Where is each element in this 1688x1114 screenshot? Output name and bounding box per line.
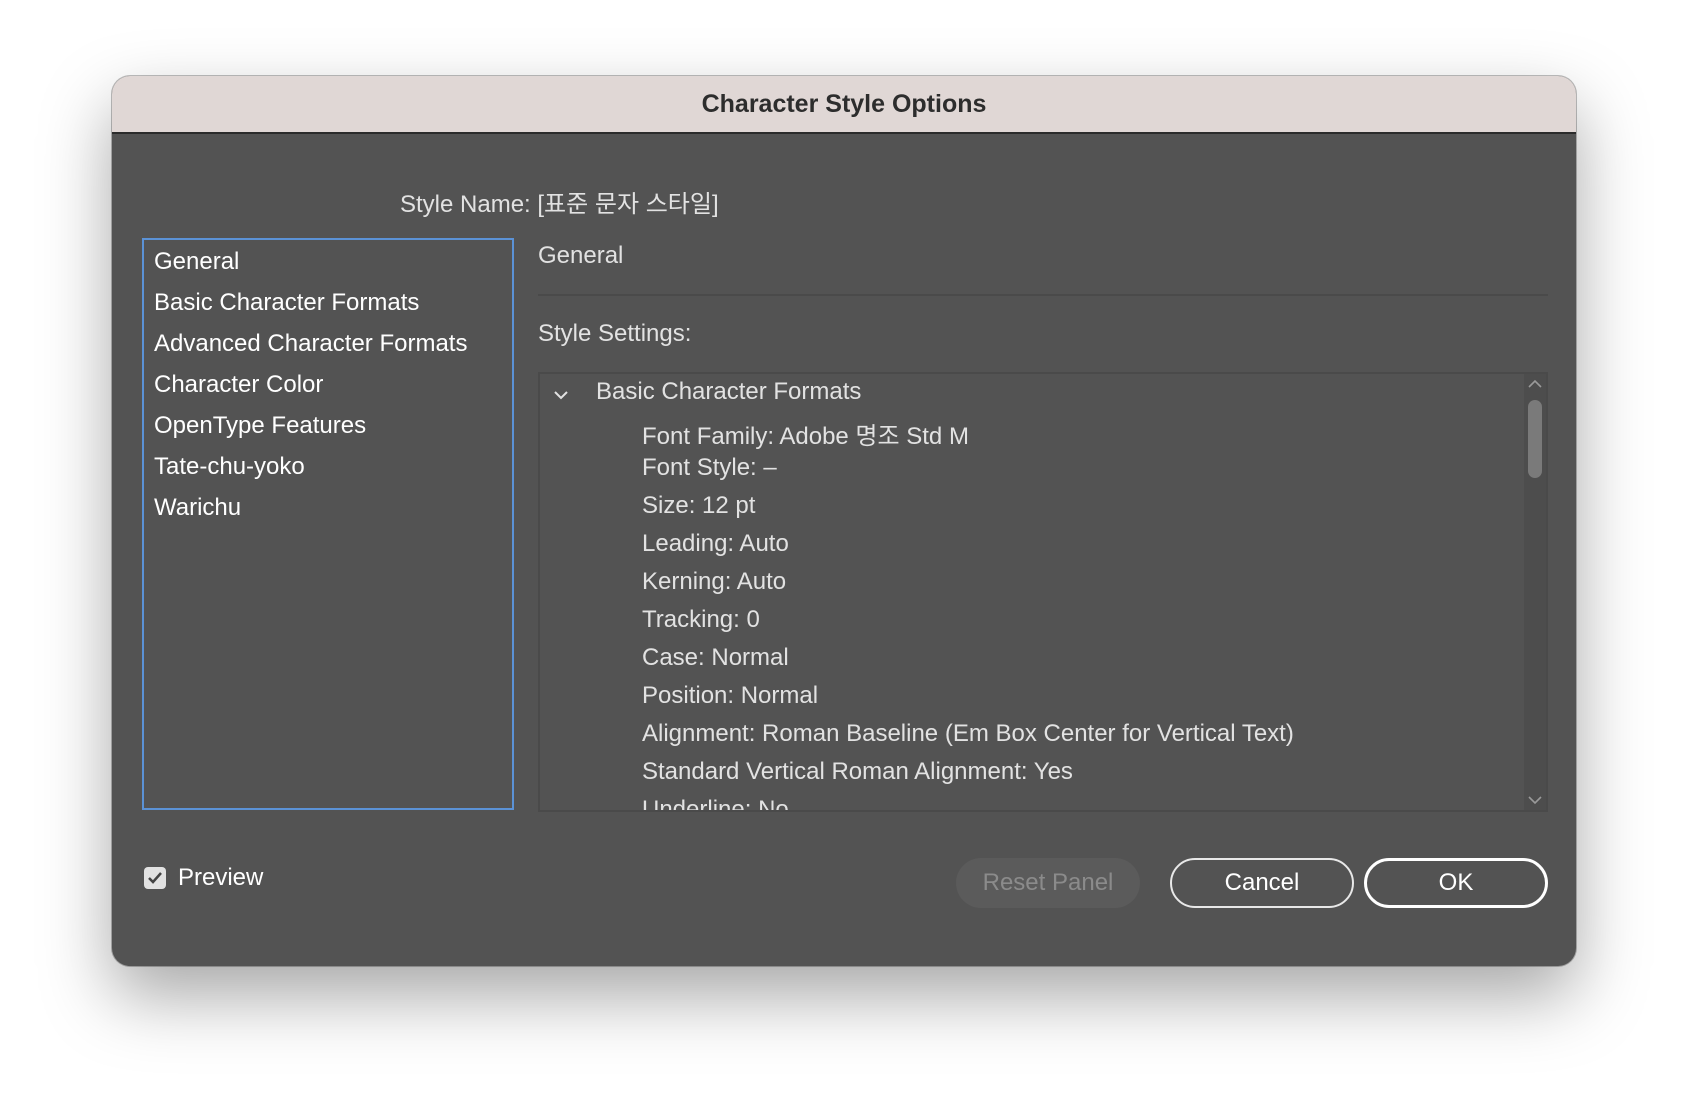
settings-scrollbar[interactable]: [1524, 374, 1546, 810]
scrollbar-thumb[interactable]: [1528, 400, 1542, 478]
setting-leading: Leading: Auto: [642, 530, 789, 557]
section-divider: [538, 294, 1548, 296]
chevron-up-icon[interactable]: [1528, 378, 1542, 390]
setting-vertical-roman-alignment: Standard Vertical Roman Alignment: Yes: [642, 758, 1073, 785]
setting-underline: Underline: No: [642, 796, 789, 812]
reset-panel-button[interactable]: Reset Panel: [956, 858, 1140, 908]
setting-case: Case: Normal: [642, 644, 789, 671]
style-settings-label: Style Settings:: [538, 320, 692, 347]
setting-size: Size: 12 pt: [642, 492, 756, 519]
setting-tracking: Tracking: 0: [642, 606, 760, 633]
section-title: General: [538, 242, 624, 269]
nav-item-character-color[interactable]: Character Color: [154, 371, 323, 399]
chevron-down-icon[interactable]: [1528, 794, 1542, 806]
style-name-label: Style Name: [표준 문자 스타일]: [400, 191, 719, 218]
setting-position: Position: Normal: [642, 682, 819, 709]
nav-item-basic-character-formats[interactable]: Basic Character Formats: [154, 289, 419, 317]
cancel-button[interactable]: Cancel: [1170, 858, 1354, 908]
style-settings-list[interactable]: Basic Character Formats Font Family: Ado…: [538, 372, 1548, 812]
preview-checkbox[interactable]: [144, 867, 166, 889]
setting-font-style: Font Style: –: [642, 454, 777, 481]
category-list[interactable]: General Basic Character Formats Advanced…: [142, 238, 514, 810]
ok-button[interactable]: OK: [1364, 858, 1548, 908]
setting-kerning: Kerning: Auto: [642, 568, 787, 595]
setting-font-family: Font Family: Adobe 명조 Std M: [642, 423, 969, 450]
setting-alignment: Alignment: Roman Baseline (Em Box Center…: [642, 720, 1294, 747]
nav-item-tate-chu-yoko[interactable]: Tate-chu-yoko: [154, 453, 305, 481]
nav-item-general[interactable]: General: [154, 248, 239, 276]
nav-item-opentype-features[interactable]: OpenType Features: [154, 412, 366, 440]
chevron-down-icon[interactable]: [554, 388, 568, 402]
settings-group-title: Basic Character Formats: [596, 378, 862, 405]
character-style-options-dialog: Character Style Options Style Name: [표준 …: [112, 76, 1576, 966]
dialog-titlebar[interactable]: Character Style Options: [112, 76, 1576, 134]
dialog-title: Character Style Options: [701, 89, 987, 118]
preview-label: Preview: [178, 864, 264, 891]
preview-toggle[interactable]: Preview: [144, 864, 263, 892]
nav-item-warichu[interactable]: Warichu: [154, 494, 241, 522]
nav-item-advanced-character-formats[interactable]: Advanced Character Formats: [154, 330, 467, 358]
checkmark-icon: [148, 872, 162, 884]
